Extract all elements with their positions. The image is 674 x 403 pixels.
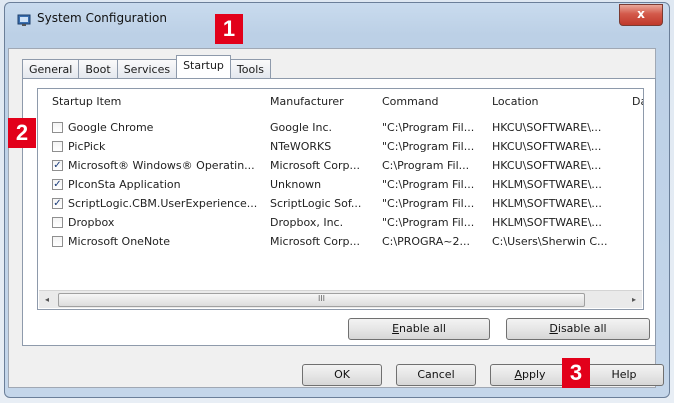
cell-item: Microsoft® Windows® Operatin... [68,159,255,172]
startup-item-checkbox[interactable] [52,122,63,133]
table-row[interactable]: Microsoft OneNote Microsoft Corp... C:\PRO… [38,233,643,252]
column-header-startup-item[interactable]: Startup Item [52,95,121,108]
cell-item: Microsoft OneNote [68,235,170,248]
scrollbar-thumb[interactable]: III [58,293,585,307]
cell-item: PicPick [68,140,106,153]
table-row[interactable]: ✓ ScriptLogic.CBM.UserExperience... Script… [38,195,643,214]
cell-manufacturer: Dropbox, Inc. [270,216,344,229]
startup-items-list[interactable]: Startup Item Manufacturer Command Locati… [37,88,644,310]
cell-command: C:\PROGRA~2... [382,235,470,248]
cell-location: HKCU\SOFTWARE\... [492,140,602,153]
cell-command: "C:\Program Fil... [382,121,475,134]
cell-location: HKLM\SOFTWARE\... [492,216,602,229]
disable-all-accel: D [549,322,558,335]
column-header-command[interactable]: Command [382,95,439,108]
table-row[interactable]: Google Chrome Google Inc. "C:\Program Fil.… [38,119,643,138]
ok-button[interactable]: OK [302,364,382,386]
cell-manufacturer: Microsoft Corp... [270,159,360,172]
column-header-date[interactable]: Da [632,95,643,108]
cell-manufacturer: ScriptLogic Sof... [270,197,362,210]
startup-item-checkbox[interactable]: ✓ [52,198,63,209]
startup-item-checkbox[interactable]: ✓ [52,179,63,190]
tab-general[interactable]: General [22,59,80,78]
window-title: System Configuration [37,11,167,25]
startup-item-checkbox[interactable]: ✓ [52,160,63,171]
enable-all-accel: E [392,322,400,335]
table-row[interactable]: Dropbox Dropbox, Inc. "C:\Program Fil... HK… [38,214,643,233]
apply-accel: A [514,368,522,381]
cell-manufacturer: NTeWORKS [270,140,332,153]
cell-command: "C:\Program Fil... [382,216,475,229]
cell-command: "C:\Program Fil... [382,197,475,210]
apply-label: pply [522,368,546,381]
callout-marker-3: 3 [562,358,590,388]
apply-button[interactable]: Apply [490,364,570,386]
cell-item: PIconSta Application [68,178,181,191]
tab-boot[interactable]: Boot [78,59,118,78]
callout-marker-1: 1 [215,14,243,44]
help-button[interactable]: Help [584,364,664,386]
close-button[interactable]: x [619,4,663,26]
table-row[interactable]: ✓ PIconSta Application Unknown "C:\Program … [38,176,643,195]
startup-item-checkbox[interactable] [52,141,63,152]
startup-item-checkbox[interactable] [52,217,63,228]
title-bar[interactable]: System Configuration x [5,3,669,35]
cell-location: HKCU\SOFTWARE\... [492,121,602,134]
tab-strip: General Boot Services Startup Tools [22,55,272,78]
cell-item: Google Chrome [68,121,154,134]
cell-location: C:\Users\Sherwin C... [492,235,608,248]
cell-item: ScriptLogic.CBM.UserExperience... [68,197,258,210]
cell-manufacturer: Unknown [270,178,322,191]
cell-location: HKCU\SOFTWARE\... [492,159,602,172]
scroll-left-icon[interactable]: ◂ [39,291,55,308]
column-header-manufacturer[interactable]: Manufacturer [270,95,344,108]
tab-startup[interactable]: Startup [176,55,231,78]
close-icon: x [637,7,645,21]
tab-tools[interactable]: Tools [229,59,272,78]
cell-location: HKLM\SOFTWARE\... [492,178,602,191]
cell-manufacturer: Microsoft Corp... [270,235,360,248]
cancel-button[interactable]: Cancel [396,364,476,386]
cell-item: Dropbox [68,216,115,229]
tab-services[interactable]: Services [116,59,178,78]
table-row[interactable]: PicPick NTeWORKS "C:\Program Fil... HKCU\SO… [38,138,643,157]
enable-all-button[interactable]: Enable all [348,318,490,340]
cell-manufacturer: Google Inc. [270,121,333,134]
disable-all-button[interactable]: Disable all [506,318,650,340]
cell-command: "C:\Program Fil... [382,140,475,153]
cell-command: "C:\Program Fil... [382,178,475,191]
startup-item-checkbox[interactable] [52,236,63,247]
enable-all-label: nable all [399,322,446,335]
callout-marker-2: 2 [8,118,36,148]
cell-location: HKLM\SOFTWARE\... [492,197,602,210]
horizontal-scrollbar[interactable]: ◂ III ▸ [39,290,642,308]
cell-command: C:\Program Fil... [382,159,470,172]
column-header-location[interactable]: Location [492,95,539,108]
disable-all-label: isable all [557,322,607,335]
msconfig-icon [17,14,31,26]
grip-icon: III [317,294,326,303]
scroll-right-icon[interactable]: ▸ [626,291,642,308]
table-row[interactable]: ✓ Microsoft® Windows® Operatin... Microsof… [38,157,643,176]
